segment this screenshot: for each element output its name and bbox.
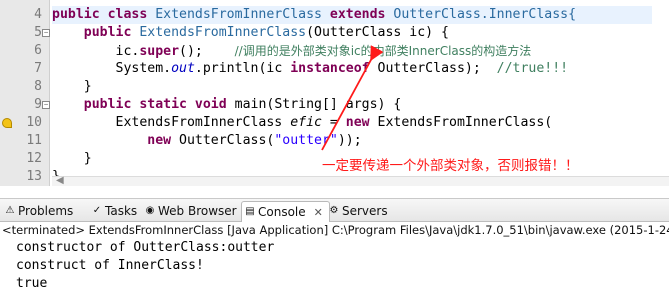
scroll-left-icon[interactable]: ◀ <box>56 175 64 186</box>
code-token: (); <box>179 44 235 59</box>
tab-console[interactable]: ▤ Console ✕ <box>241 201 330 222</box>
tab-problems[interactable]: ⚠ Problems <box>2 201 74 222</box>
line-number: 13 <box>26 169 42 184</box>
code-token: public static void <box>83 97 235 112</box>
code-token: efic <box>290 115 322 130</box>
code-token: ExtendsFromInnerClass( <box>377 115 553 130</box>
tab-label: Tasks <box>105 204 138 218</box>
code-token: new <box>147 133 180 148</box>
view-tabs: ⚠ Problems ✓ Tasks ◉ Web Browser ▤ Console ✕ ⚙ Ser… <box>0 198 669 222</box>
servers-icon: ⚙ <box>329 205 339 216</box>
code-line: ic.super(); //调用的是外部类对象ic的内部类InnerClass的… <box>52 42 652 60</box>
code-token: extends <box>329 7 394 22</box>
code-line: ExtendsFromInnerClass efic = new Extends… <box>52 114 652 132</box>
code-token: instanceof <box>290 61 378 76</box>
tab-label: Web Browser <box>158 204 237 218</box>
code-token: public <box>83 25 140 40</box>
web-browser-icon: ◉ <box>145 205 155 216</box>
line-number-gutter: 4 5−6 7 8 9−10 11 12 13 <box>0 0 50 186</box>
line-number: 4 <box>34 7 42 22</box>
code-token: main(String[] args) { <box>234 97 402 112</box>
code-token: )); <box>337 133 362 148</box>
tasks-icon: ✓ <box>92 205 102 216</box>
code-token: out <box>171 61 195 76</box>
line-number: 5 <box>34 25 42 40</box>
code-token: OutterClass( <box>179 133 275 148</box>
tab-servers[interactable]: ⚙ Servers <box>326 201 388 222</box>
code-token: OutterClass); <box>377 61 497 76</box>
code-token: public class <box>52 7 156 22</box>
code-token: .println(ic <box>194 61 291 76</box>
code-token: = <box>321 115 346 130</box>
code-token: OutterClass.InnerClass{ <box>393 7 577 22</box>
close-icon[interactable]: ✕ <box>314 203 323 223</box>
line-number: 11 <box>26 133 42 148</box>
problems-icon: ⚠ <box>5 205 15 216</box>
code-token: new <box>345 115 378 130</box>
tab-label: Servers <box>342 204 388 218</box>
console-icon: ▤ <box>245 206 255 217</box>
line-number: 7 <box>34 61 42 76</box>
fold-toggle-icon[interactable]: − <box>42 29 50 37</box>
code-token: ExtendsFromInnerClass <box>52 115 291 130</box>
console-output[interactable]: constructor of OutterClass:outter constru… <box>0 239 669 295</box>
code-line: public static void main(String[] args) { <box>52 96 652 114</box>
code-line: } <box>52 78 652 96</box>
console-status-line: <terminated> ExtendsFromInnerClass [Java… <box>2 223 669 237</box>
line-number: 12 <box>26 151 42 166</box>
code-token: //true!!! <box>496 61 569 76</box>
tab-label: Problems <box>18 204 74 218</box>
code-token: ic. <box>52 44 140 59</box>
console-output-line: true <box>16 276 48 291</box>
code-line: public class ExtendsFromInnerClass exten… <box>52 6 652 24</box>
code-token: //调用的是外部类对象ic的内部类InnerClass的构造方法 <box>234 44 532 58</box>
fold-toggle-icon[interactable]: − <box>42 101 50 109</box>
code-line: new OutterClass("outter")); <box>52 132 652 150</box>
code-line: public ExtendsFromInnerClass(OutterClass… <box>52 24 652 42</box>
horizontal-scrollbar[interactable]: ◀ <box>52 175 669 186</box>
console-output-line: constructor of OutterClass:outter <box>16 240 275 255</box>
line-number: 9 <box>34 97 42 112</box>
code-token: } <box>52 79 92 94</box>
line-number: 6 <box>34 43 42 58</box>
code-line: System.out.println(ic instanceof OutterC… <box>52 60 652 78</box>
code-token: "outter" <box>274 133 338 148</box>
tab-web-browser[interactable]: ◉ Web Browser <box>142 201 237 222</box>
code-token: System. <box>52 61 172 76</box>
code-token: } <box>52 151 92 166</box>
tab-tasks[interactable]: ✓ Tasks <box>89 201 137 222</box>
tab-label: Console <box>258 205 306 219</box>
code-token: super <box>139 44 180 59</box>
console-output-line: construct of InnerClass! <box>16 258 204 273</box>
annotation-text: 一定要传递一个外部类对象，否则报错！！ <box>322 158 579 174</box>
line-number: 10 <box>26 115 42 130</box>
code-token: (OutterClass ic) { <box>306 25 449 40</box>
code-token: ExtendsFromInnerClass <box>155 7 330 22</box>
code-editor[interactable]: 4 5−6 7 8 9−10 11 12 13 public class ExtendsFro… <box>0 0 669 186</box>
code-token: ExtendsFromInnerClass <box>139 25 307 40</box>
line-number: 8 <box>34 79 42 94</box>
